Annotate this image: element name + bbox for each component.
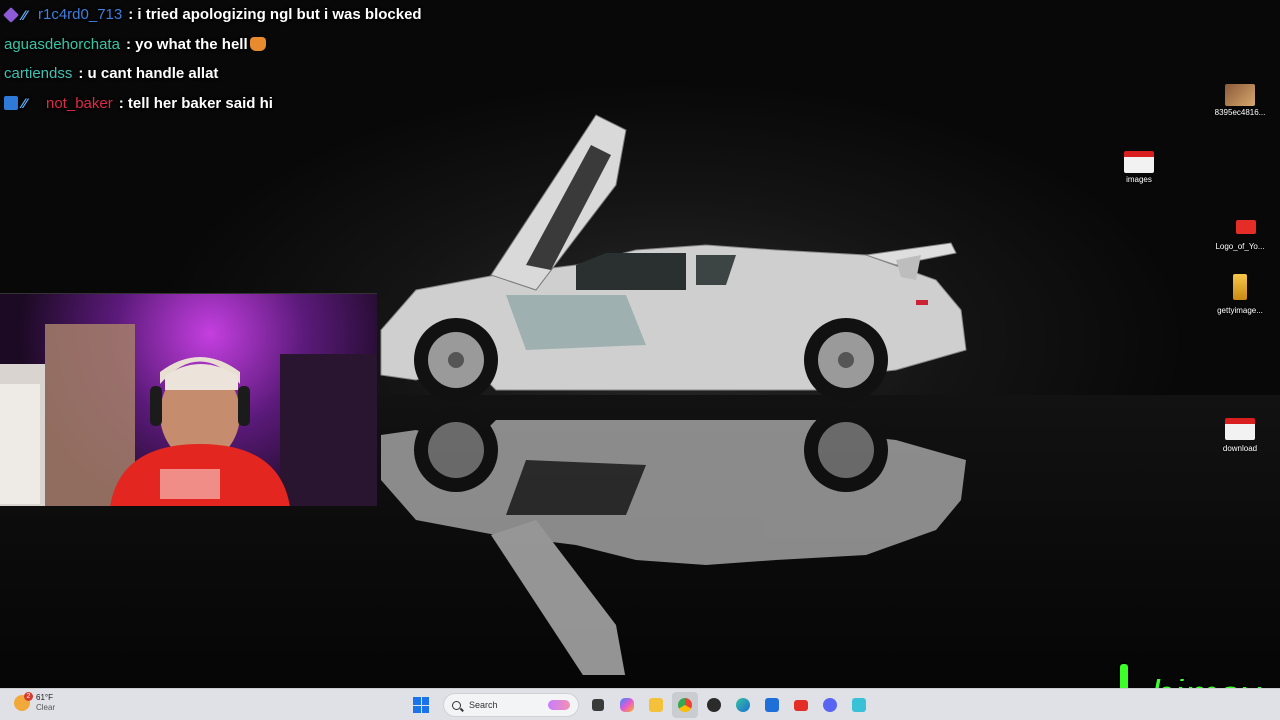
chat-text: i tried apologizing ngl but i was blocke… (137, 6, 422, 24)
file-explorer-icon (649, 698, 663, 712)
chat-message: cartiendss : u cant handle allat (4, 59, 704, 89)
search-highlight-icon (548, 700, 570, 710)
desktop-icon-gettyimages[interactable]: gettyimage... (1210, 274, 1270, 315)
webcam-feed (0, 293, 377, 506)
obs-icon (707, 698, 721, 712)
desktop-icon-8395ec4816[interactable]: 8395ec4816... (1210, 84, 1270, 117)
chat-username[interactable]: aguasdehorchata (4, 36, 120, 53)
weather-sun-icon: 2 (14, 692, 33, 711)
chat-username[interactable]: not_baker (46, 95, 113, 112)
cat-emote-icon (249, 37, 266, 52)
taskbar-apps: Search (408, 692, 875, 718)
microsoft-store-icon (765, 698, 779, 712)
prime-badge-icon (4, 96, 18, 111)
desktop-icon-images[interactable]: images (1109, 151, 1169, 184)
chat-username[interactable]: r1c4rd0_713 (38, 6, 122, 23)
discord-button[interactable] (817, 692, 843, 718)
weather-condition: Clear (36, 703, 56, 712)
chat-text: u cant handle allat (87, 65, 219, 83)
wrecked-lamborghini-image (380, 114, 967, 675)
image-thumbnail-icon (1233, 274, 1247, 300)
stream-chat: ⁄⁄ r1c4rd0_713 : i tried apologizing ngl… (3, 0, 704, 119)
discord-icon (823, 698, 837, 712)
youtube-icon (794, 699, 808, 711)
windows-start-icon (413, 697, 429, 713)
desktop-icon-download[interactable]: download (1210, 418, 1270, 453)
task-view-button[interactable] (585, 692, 611, 718)
task-view-icon (592, 699, 604, 711)
chrome-icon (678, 698, 692, 712)
app-icon (852, 698, 866, 712)
search-icon (452, 700, 461, 710)
youtube-logo-icon (1236, 220, 1256, 234)
slash-badge-icon: ⁄⁄ (22, 6, 27, 23)
taskbar-search[interactable]: Search (443, 693, 579, 717)
desktop-icon-logo-of-youtube[interactable]: Logo_of_Yo... (1210, 220, 1270, 251)
chat-message: ⁄⁄ not_baker : tell her baker said hi (4, 89, 704, 119)
youtube-image-icon (1124, 151, 1154, 173)
chat-text: yo what the hell (135, 35, 248, 53)
streamer-webcam-image (0, 324, 377, 506)
youtube-button[interactable] (788, 692, 814, 718)
chat-text: tell her baker said hi (127, 94, 273, 112)
search-placeholder: Search (469, 700, 498, 710)
taskbar: 2 61°F Clear Search (0, 688, 1280, 720)
youtube-image-icon (1225, 418, 1255, 440)
gem-badge-icon (3, 6, 19, 23)
start-button[interactable] (408, 692, 434, 718)
weather-widget[interactable]: 2 61°F Clear (14, 692, 56, 713)
chrome-button[interactable] (672, 692, 698, 718)
copilot-button[interactable] (614, 692, 640, 718)
image-thumbnail-icon (1225, 84, 1255, 106)
microsoft-store-button[interactable] (759, 692, 785, 718)
obs-button[interactable] (701, 692, 727, 718)
edge-icon (736, 698, 750, 712)
file-explorer-button[interactable] (643, 692, 669, 718)
weather-temp: 61°F (36, 693, 53, 702)
chat-username[interactable]: cartiendss (4, 65, 72, 82)
weather-alert-badge: 2 (24, 692, 33, 701)
chat-message: aguasdehorchata : yo what the hell (4, 30, 704, 60)
copilot-icon (620, 698, 634, 712)
slash-badge-icon: ⁄⁄ (22, 95, 27, 112)
app-button[interactable] (846, 692, 872, 718)
chat-message: ⁄⁄ r1c4rd0_713 : i tried apologizing ngl… (3, 0, 704, 30)
edge-button[interactable] (730, 692, 756, 718)
